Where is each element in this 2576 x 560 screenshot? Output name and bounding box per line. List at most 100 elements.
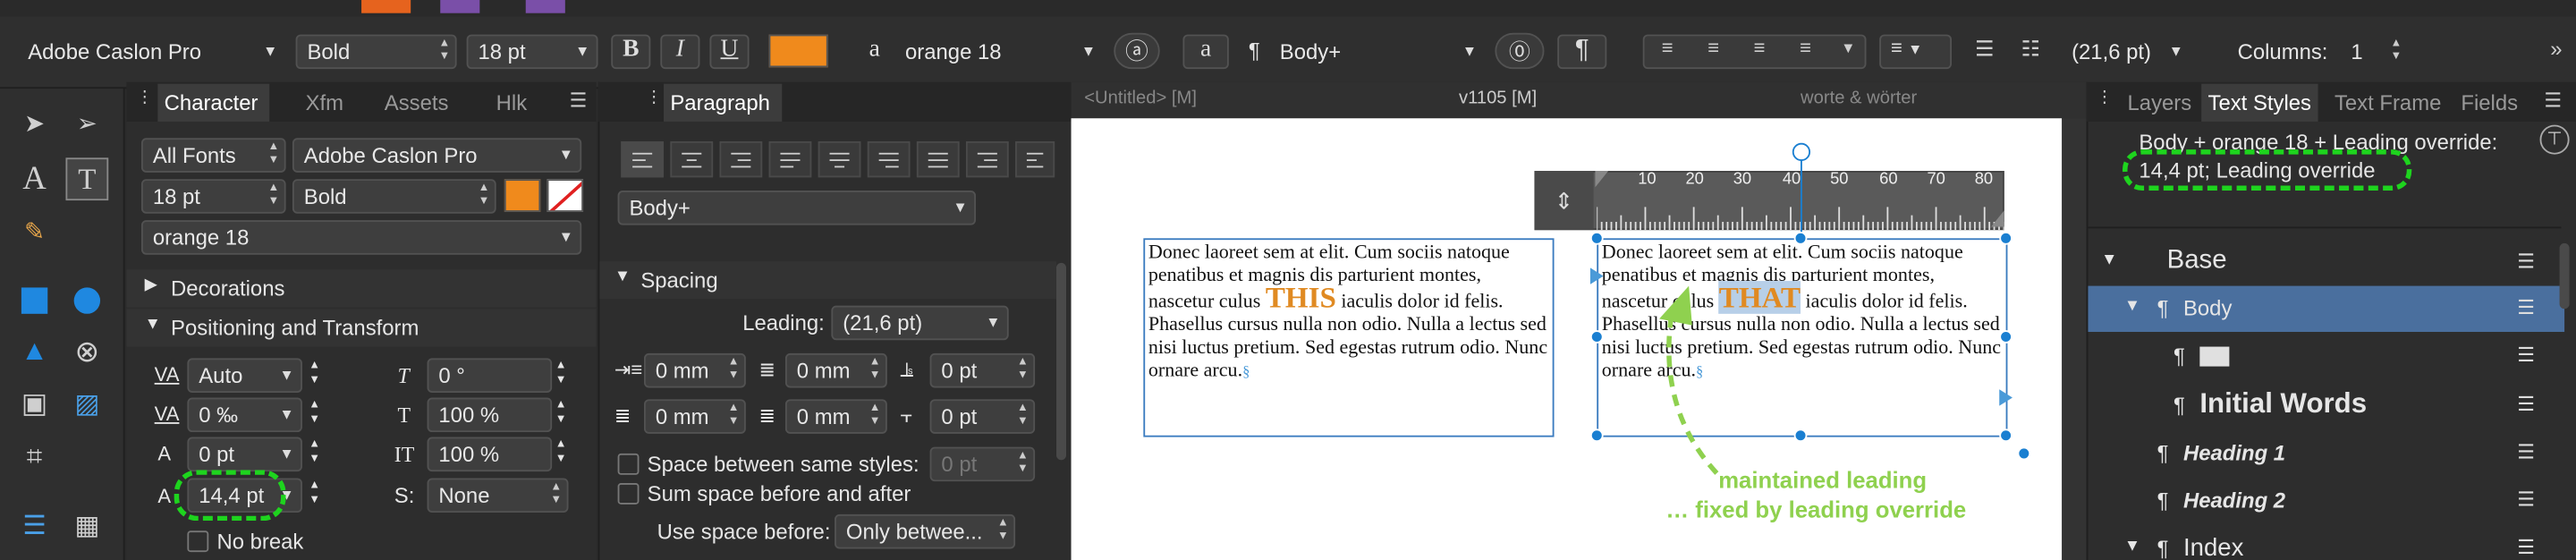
handle-mid-right[interactable]	[1999, 330, 2012, 344]
row-menu-icon[interactable]: ☰	[2517, 393, 2535, 416]
ellipse-tool-icon[interactable]	[73, 287, 101, 314]
numbered-list-icon[interactable]: ☷	[2014, 36, 2047, 62]
fill-color-swatch[interactable]	[504, 179, 541, 212]
pen-tool-icon[interactable]: ✎	[16, 216, 52, 246]
style-row-body[interactable]: ▼ ¶ Body ☰	[2088, 285, 2565, 333]
indent-first-field[interactable]: 0 mm ▲ ▼	[643, 399, 746, 434]
align-toward-spine-button[interactable]	[965, 140, 1009, 178]
stepper-icon[interactable]: ▲ ▼	[555, 437, 567, 467]
space-before-field[interactable]: 0 pt ▲ ▼	[929, 352, 1036, 388]
artistic-text-tool-icon[interactable]: A	[16, 161, 52, 199]
bold-button[interactable]: B	[611, 34, 651, 70]
row-menu-icon[interactable]: ☰	[2517, 440, 2535, 463]
text-color-swatch[interactable]	[768, 34, 828, 68]
align-left-icon[interactable]: ≡	[1649, 36, 1685, 59]
ruler-left-indent-marker[interactable]	[1595, 171, 1609, 188]
flow-out-marker[interactable]	[1999, 389, 2012, 406]
justify-right-button[interactable]	[867, 140, 911, 178]
font-collection-select[interactable]: All Fonts ▲ ▼	[140, 138, 286, 173]
doc-tab-untitled[interactable]: <Untitled> [M]	[1084, 89, 1197, 108]
para-style-apply-button[interactable]: ¶	[1557, 34, 1607, 70]
tab-layers[interactable]: Layers	[2128, 90, 2192, 115]
panel-menu-icon[interactable]: ☰	[565, 89, 591, 112]
style-row-heading-2[interactable]: ¶ Heading 2 ☰	[2088, 478, 2564, 523]
use-space-select[interactable]: Only betwee... ▲ ▼	[835, 513, 1016, 549]
styles-scrollbar[interactable]	[2559, 242, 2570, 310]
node-tool-icon[interactable]: ➢	[69, 108, 105, 138]
top-purple-icon[interactable]	[440, 0, 480, 13]
align-center-button[interactable]	[670, 140, 714, 178]
sum-space-checkbox[interactable]	[617, 482, 640, 505]
para-style-options-button[interactable]: ⓪	[1495, 32, 1545, 70]
rectangle-tool-icon[interactable]	[21, 287, 48, 314]
stepper-icon[interactable]: ▲ ▼	[555, 358, 567, 387]
ruler-right-indent-marker[interactable]	[1991, 210, 2004, 227]
skew-field[interactable]: 0 °	[427, 358, 553, 393]
shape-tool-icon[interactable]: ⊗	[69, 335, 105, 370]
info-icon[interactable]: ⊤	[2539, 124, 2570, 155]
link-handle[interactable]	[2017, 446, 2031, 461]
handle-bottom-mid[interactable]	[1793, 428, 1808, 443]
drag-grip-icon[interactable]: ⋮	[136, 89, 152, 106]
image-tool-icon[interactable]: ▨	[69, 387, 105, 420]
row-menu-icon[interactable]: ☰	[2517, 536, 2535, 559]
indent-last-field[interactable]: 0 mm ▲ ▼	[784, 399, 887, 434]
align-away-spine-button[interactable]	[1015, 140, 1055, 178]
kerning-field[interactable]: Auto ▼	[187, 358, 302, 393]
move-tool-icon[interactable]: ➤	[16, 108, 52, 138]
style-row-empty[interactable]: ¶ ☰	[2088, 334, 2564, 379]
justify-left-button[interactable]	[768, 140, 812, 178]
row-menu-icon[interactable]: ☰	[2517, 250, 2535, 273]
handle-top-left[interactable]	[1589, 231, 1604, 245]
paragraph-leading-field[interactable]: (21,6 pt) ▼	[831, 305, 1009, 341]
tab-assets[interactable]: Assets	[385, 90, 449, 115]
font-family-select[interactable]: Adobe Caslon Pro ▼	[16, 35, 285, 70]
tab-character[interactable]: Character	[157, 83, 270, 122]
tab-xfm[interactable]: Xfm	[306, 90, 343, 115]
justify-all-button[interactable]	[916, 140, 960, 178]
stepper-icon[interactable]: ▲ ▼	[309, 437, 320, 467]
align-right-button[interactable]	[719, 140, 763, 178]
handle-top-right[interactable]	[1999, 231, 2012, 245]
chevron-down-icon[interactable]: ▼	[1836, 39, 1860, 55]
tab-text-frame[interactable]: Text Frame	[2334, 90, 2441, 115]
align-right-icon[interactable]: ≡	[1741, 36, 1777, 59]
triangle-tool-icon[interactable]: ▲	[16, 335, 52, 369]
shear-select[interactable]: None ▲ ▼	[427, 478, 569, 513]
handle-bottom-right[interactable]	[1999, 428, 2012, 443]
character-font-select[interactable]: Adobe Caslon Pro ▼	[292, 138, 582, 173]
font-weight-select[interactable]: Bold ▲ ▼	[295, 34, 457, 70]
row-menu-icon[interactable]: ☰	[2517, 344, 2535, 367]
horizontal-scale-field[interactable]: 100 %	[427, 397, 553, 433]
same-styles-checkbox[interactable]	[617, 453, 640, 475]
char-style-options-button[interactable]: ⓐ	[1114, 32, 1160, 70]
style-row-initial-words[interactable]: ¶ Initial Words ☰	[2088, 383, 2564, 428]
flow-in-marker[interactable]	[1589, 267, 1604, 284]
baseline-field[interactable]: 0 pt ▼	[187, 437, 302, 472]
character-style-select[interactable]: orange 18 ▼	[894, 35, 1104, 70]
doc-tab-v1105[interactable]: v1105 [M]	[1459, 89, 1537, 108]
style-row-base[interactable]: ▼ Base ☰	[2088, 240, 2564, 285]
handle-top-mid[interactable]	[1793, 231, 1808, 245]
ruler-handle[interactable]: ⇕	[1534, 171, 1594, 231]
row-menu-icon[interactable]: ☰	[2517, 488, 2535, 511]
stepper-icon[interactable]: ▲ ▼	[555, 397, 567, 427]
table-tool-icon[interactable]: ▦	[69, 509, 105, 542]
italic-button[interactable]: I	[660, 34, 700, 70]
paragraph-style-select[interactable]: Body+ ▼	[1268, 35, 1485, 70]
tab-text-styles[interactable]: Text Styles	[2201, 83, 2318, 122]
indent-left-field[interactable]: 0 mm ▲ ▼	[643, 352, 746, 388]
row-menu-icon[interactable]: ☰	[2517, 296, 2535, 319]
handle-mid-left[interactable]	[1589, 330, 1604, 344]
bullet-list-icon[interactable]: ☰	[1968, 36, 2001, 62]
stepper-icon[interactable]: ▲ ▼	[309, 358, 320, 387]
tab-fields[interactable]: Fields	[2461, 90, 2518, 115]
character-size-select[interactable]: 18 pt ▲ ▼	[140, 179, 286, 214]
stepper-icon[interactable]: ▲ ▼	[309, 478, 320, 507]
toolbar-overflow-icon[interactable]: »	[2543, 36, 2569, 61]
picture-frame-tool-icon[interactable]: ▣	[16, 387, 52, 420]
justify-center-button[interactable]	[818, 140, 861, 178]
leading-toolbar-field[interactable]: (21,6 pt) ▼	[2060, 35, 2191, 70]
same-styles-field[interactable]: 0 pt ▲ ▼	[929, 446, 1036, 482]
style-row-heading-1[interactable]: ¶ Heading 1 ☰	[2088, 430, 2564, 476]
